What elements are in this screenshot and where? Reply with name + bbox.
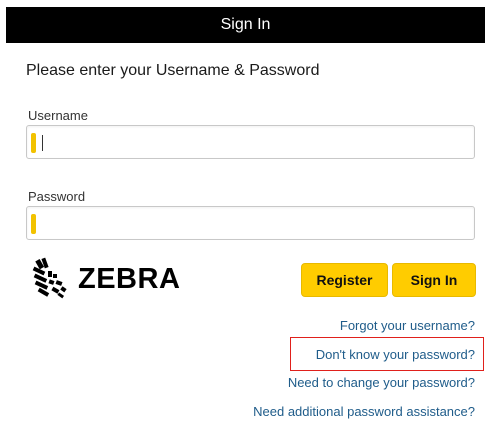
username-field-accent bbox=[31, 133, 36, 153]
change-password-link[interactable]: Need to change your password? bbox=[288, 375, 475, 390]
header-title: Sign In bbox=[220, 16, 271, 33]
login-prompt: Please enter your Username & Password bbox=[26, 62, 320, 79]
password-field-accent bbox=[31, 214, 36, 234]
password-input[interactable] bbox=[39, 209, 469, 237]
sign-in-header: Sign In bbox=[6, 7, 485, 43]
password-label: Password bbox=[28, 189, 86, 204]
forgot-username-link[interactable]: Forgot your username? bbox=[340, 318, 475, 333]
username-label: Username bbox=[28, 108, 88, 123]
zebra-head-icon bbox=[32, 257, 67, 299]
username-field[interactable] bbox=[26, 125, 475, 159]
password-assistance-link[interactable]: Need additional password assistance? bbox=[253, 404, 475, 419]
dont-know-password-link[interactable]: Don't know your password? bbox=[316, 347, 475, 362]
zebra-wordmark: ZEBRA bbox=[78, 262, 181, 295]
sign-in-button[interactable]: Sign In bbox=[392, 263, 476, 297]
username-input[interactable] bbox=[39, 128, 469, 156]
register-button[interactable]: Register bbox=[301, 263, 388, 297]
zebra-logo: ZEBRA bbox=[30, 257, 180, 301]
password-field[interactable] bbox=[26, 206, 475, 240]
